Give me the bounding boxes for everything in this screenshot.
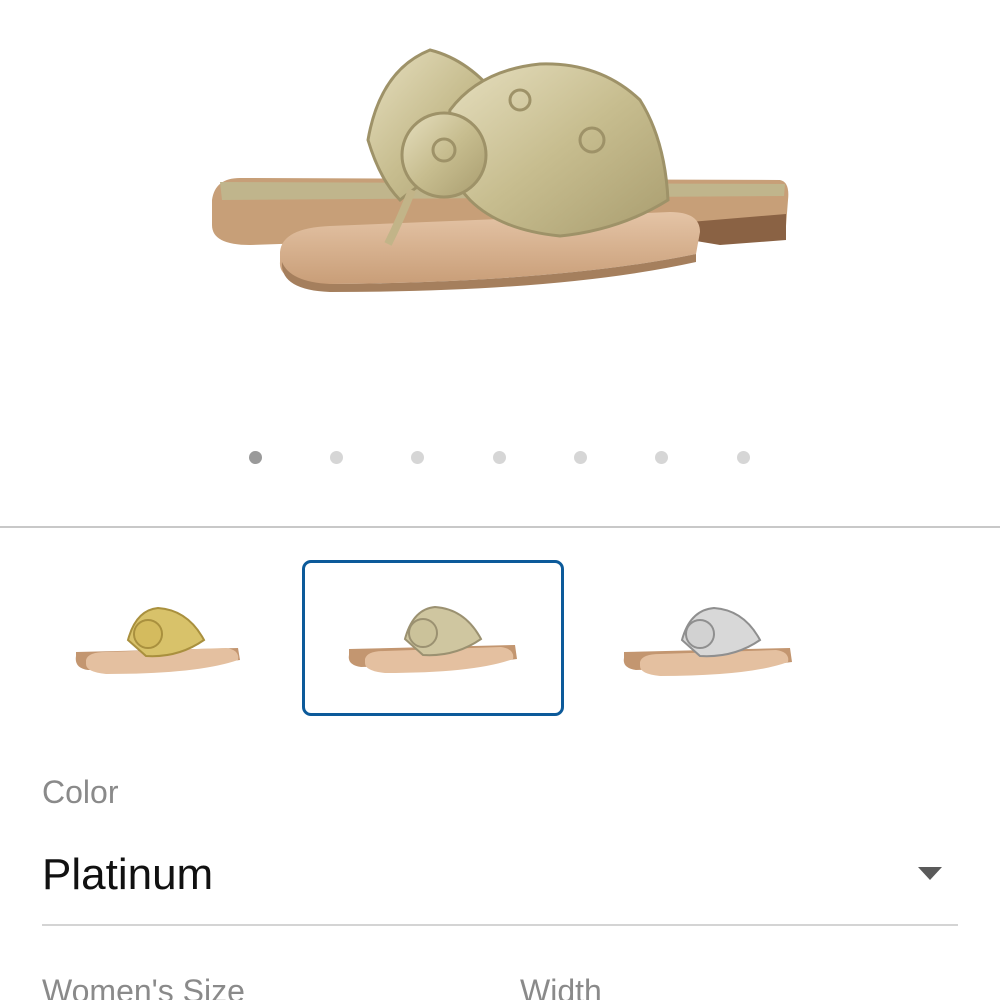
swatch-silver-image [623,606,792,676]
swatch-silver[interactable] [596,560,858,716]
carousel-dot-2[interactable] [330,451,343,464]
carousel-dot-6[interactable] [655,451,668,464]
carousel-dot-4[interactable] [493,451,506,464]
carousel-dot-5[interactable] [574,451,587,464]
width-label: Width [520,973,602,1000]
carousel-dot-1[interactable] [249,451,262,464]
dropdown-underline [42,924,958,926]
carousel-dot-7[interactable] [737,451,750,464]
color-value: Platinum [42,850,214,899]
product-image[interactable] [0,0,1000,420]
swatch-gold-image [75,606,240,674]
color-dropdown[interactable]: Platinum [42,838,958,926]
color-label: Color [42,774,119,810]
sandal-image [212,48,789,292]
carousel-indicator [0,451,1000,465]
chevron-down-icon [918,867,942,880]
swatch-platinum-image [348,605,517,673]
color-swatch-row [0,555,1000,725]
size-label: Women's Size [42,973,245,1000]
section-divider [0,526,1000,528]
carousel-dot-3[interactable] [411,451,424,464]
swatch-gold[interactable] [28,560,290,716]
swatch-platinum[interactable] [302,560,564,716]
